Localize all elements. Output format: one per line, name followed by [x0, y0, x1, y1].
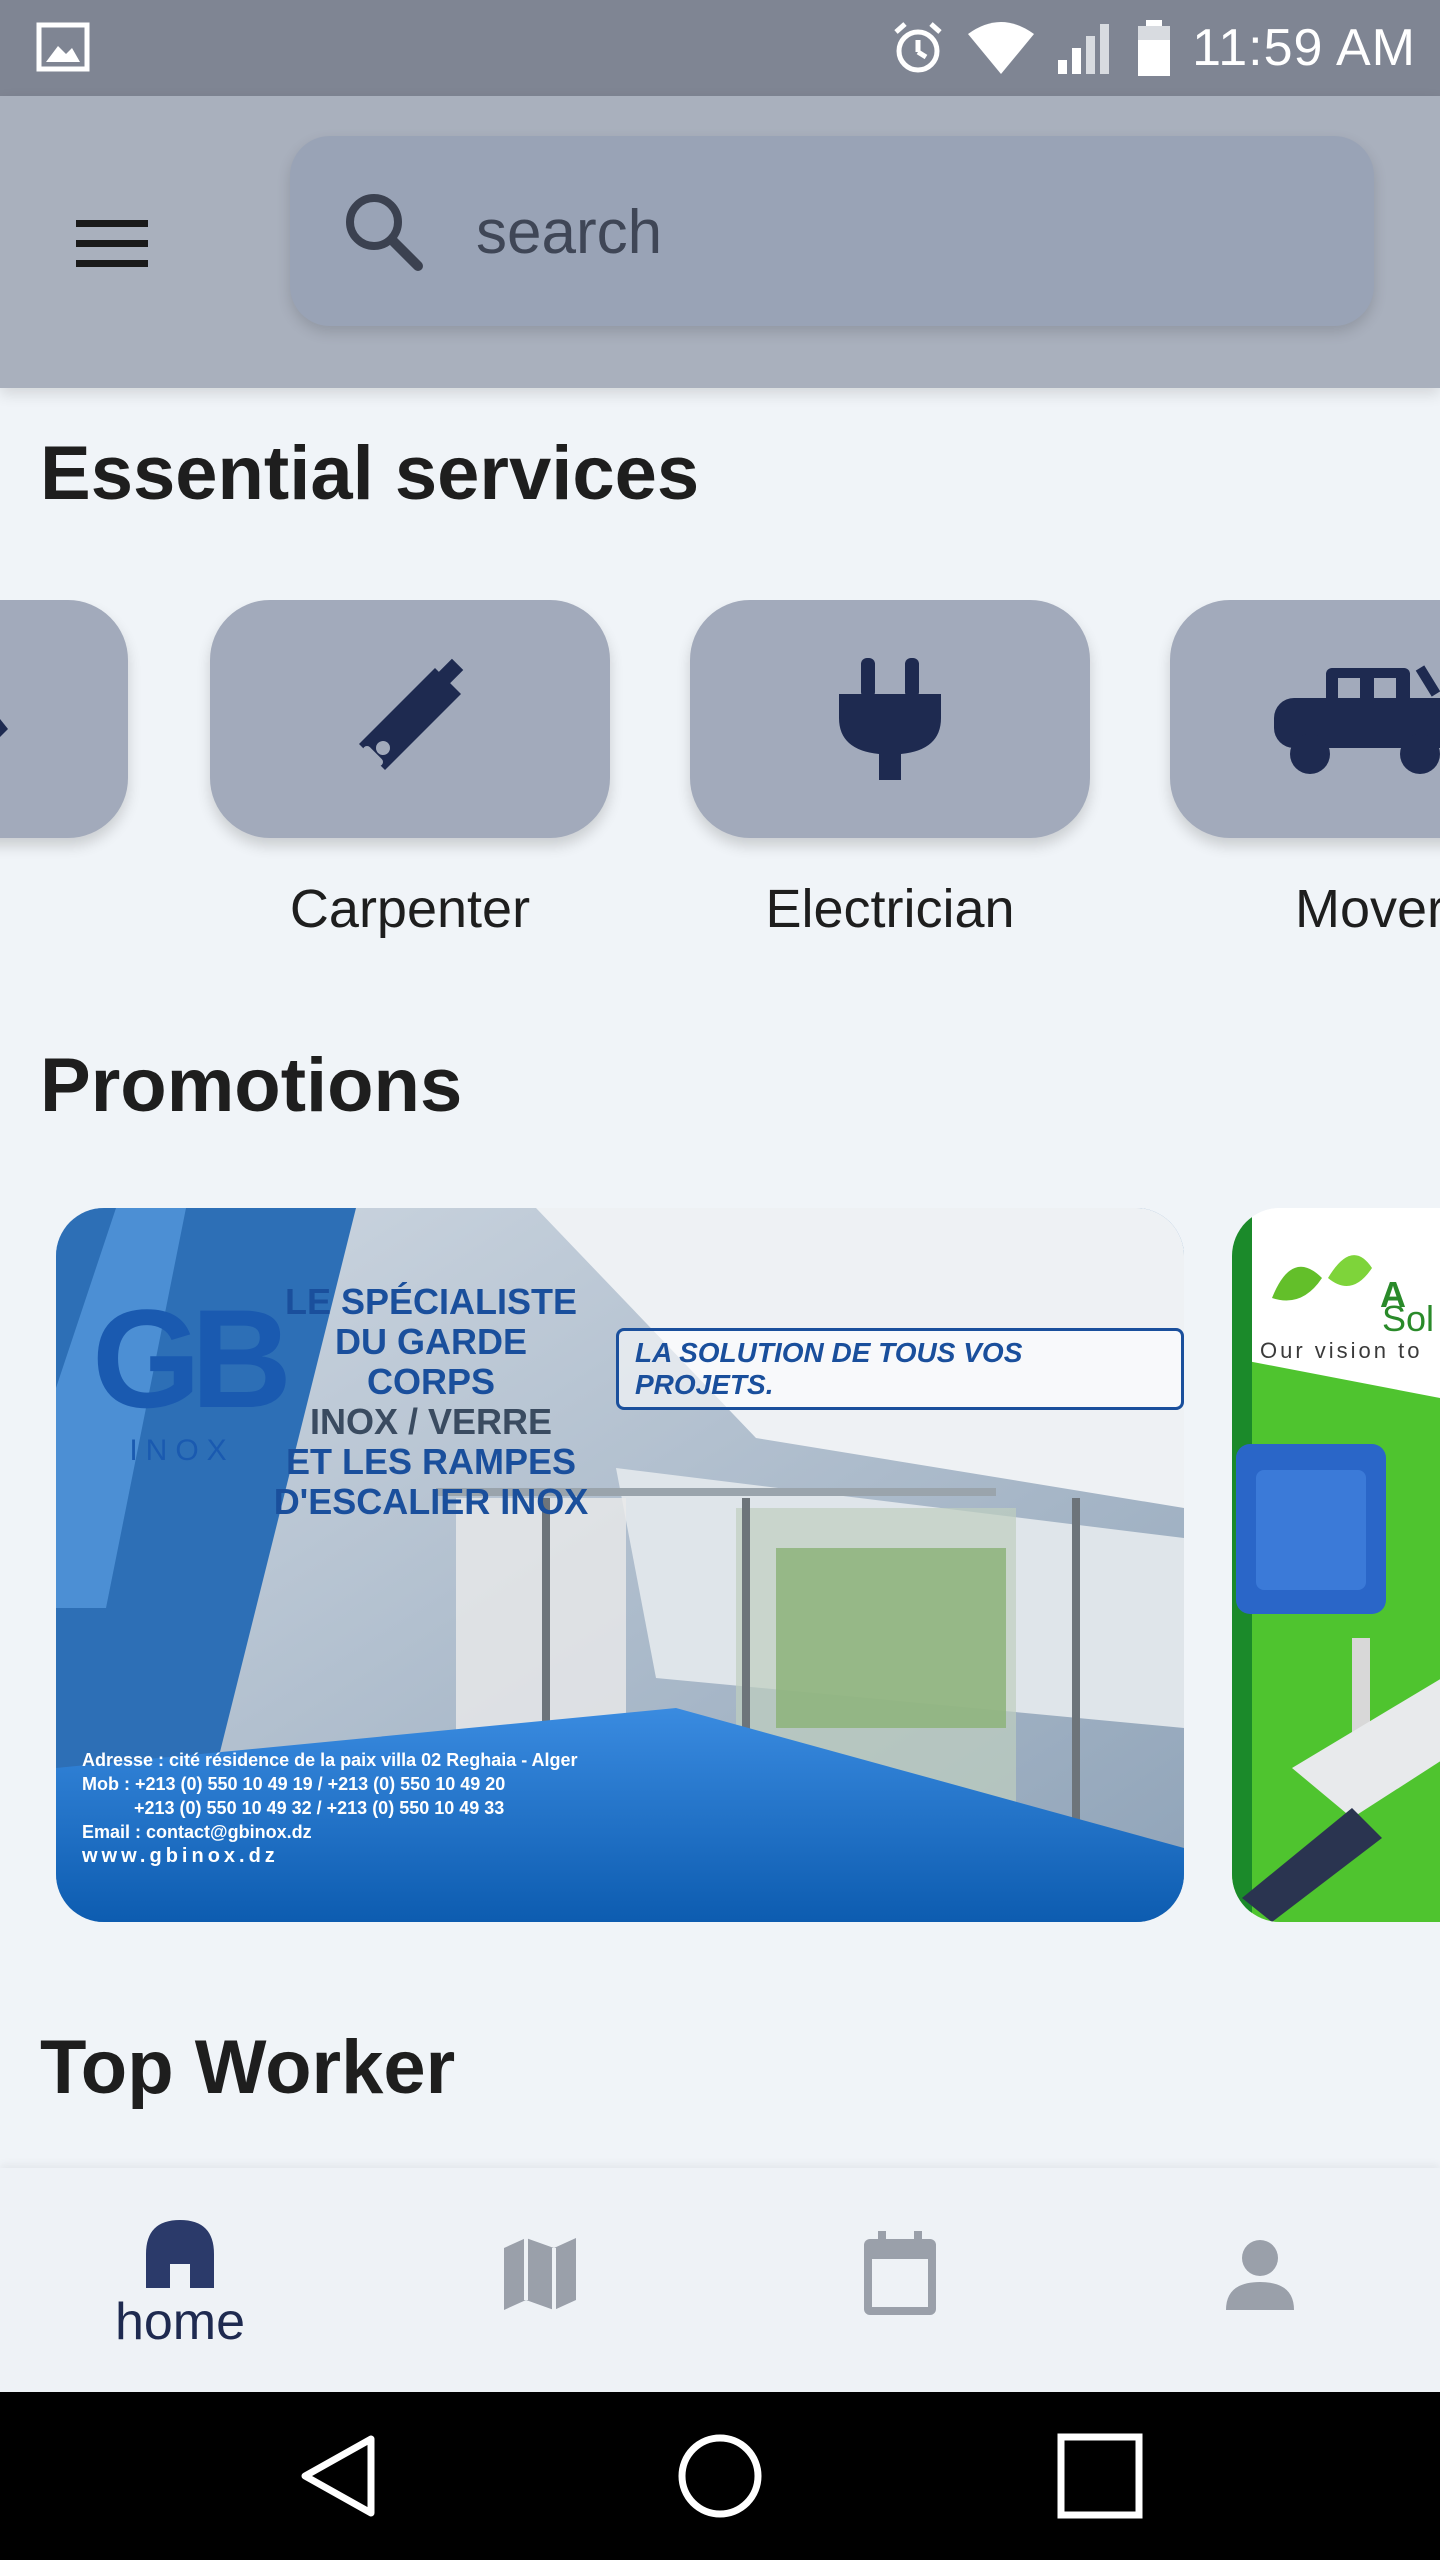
nav-item-map[interactable] [360, 2168, 720, 2392]
home-icon [146, 2220, 214, 2288]
circle-home-icon [678, 2434, 762, 2518]
menu-icon [76, 220, 148, 267]
promo-logo-sub: INOX [129, 1434, 235, 1467]
nav-item-calendar[interactable] [720, 2168, 1080, 2392]
service-tile[interactable] [0, 600, 128, 838]
service-tile[interactable] [210, 600, 610, 838]
promo-contact-line: Email : contact@gbinox.dz [82, 1822, 312, 1842]
person-icon [1226, 2240, 1294, 2310]
map-icon [504, 2238, 576, 2310]
signal-icon [1058, 24, 1110, 74]
promo-logo-initials: GB [92, 1280, 292, 1437]
service-label: Carpenter [289, 879, 531, 939]
promotions-title: Promotions [40, 1043, 463, 1128]
square-recents-icon [1057, 2433, 1143, 2519]
promotions-carousel[interactable]: GB INOX LE SPÉCIALISTE DU GARDE CORPS IN… [0, 1206, 1440, 1926]
promo-solar-title: Sol [1382, 1298, 1435, 1339]
menu-button[interactable] [64, 196, 160, 292]
essential-services-title: Essential services [40, 431, 700, 516]
image-icon [36, 22, 90, 72]
calendar-icon [864, 2231, 936, 2315]
promo-logo: GB INOX [92, 1280, 292, 1468]
plug-icon [839, 658, 941, 780]
search-box[interactable] [290, 136, 1374, 326]
status-time: 11:59 AM [1192, 19, 1416, 77]
promo-headline-line: LE SPÉCIALISTE [284, 1281, 578, 1322]
service-item-mover[interactable]: Mover [1170, 600, 1440, 960]
saw-icon [359, 658, 464, 770]
status-icons: 11:59 AM [890, 0, 1416, 96]
service-item-electrician[interactable]: Electrician [690, 600, 1090, 960]
service-item-partial[interactable]: r [0, 600, 128, 960]
nav-item-profile[interactable] [1080, 2168, 1440, 2392]
service-label: Electrician [765, 879, 1015, 939]
promo-contact-line: +213 (0) 550 10 49 32 / +213 (0) 550 10 … [134, 1798, 505, 1818]
search-icon [346, 194, 423, 271]
bottom-navigation: home [0, 2168, 1440, 2392]
partial-service-icon [0, 719, 8, 737]
promo-headline-line: INOX / VERRE [309, 1401, 553, 1442]
promo-tagline: LA SOLUTION DE TOUS VOS PROJETS. [616, 1328, 1184, 1410]
app-bar [0, 96, 1440, 388]
truck-icon [1274, 665, 1440, 774]
promo-headline-line: ET LES RAMPES [285, 1441, 577, 1482]
service-label: Mover [1294, 879, 1440, 939]
promo-contact-line: www.gbinox.dz [82, 1845, 279, 1867]
promo-solar-tagline: Our vision to [1260, 1338, 1423, 1363]
battery-icon [1138, 20, 1171, 76]
service-tile[interactable] [690, 600, 1090, 838]
services-carousel[interactable]: r Carpenter Electrician [0, 600, 1440, 960]
promo-headline-line: DU GARDE CORPS [334, 1321, 527, 1402]
recents-button[interactable] [1000, 2392, 1200, 2560]
alarm-icon [894, 22, 942, 73]
status-bar: 11:59 AM [0, 0, 1440, 96]
wifi-icon [968, 22, 1035, 74]
back-icon [301, 2435, 375, 2517]
promo-contact: Adresse : cité résidence de la paix vill… [82, 1748, 578, 1868]
nav-item-home[interactable]: home [0, 2168, 360, 2392]
service-tile[interactable] [1170, 600, 1440, 838]
promo-card-solar[interactable]: A Sol Our vision to [1232, 1208, 1440, 1922]
promo-headline: LE SPÉCIALISTE DU GARDE CORPS INOX / VER… [266, 1282, 596, 1522]
promo-headline-line: D'ESCALIER INOX [273, 1481, 589, 1522]
promo-contact-line: Mob : +213 (0) 550 10 49 19 / +213 (0) 5… [82, 1774, 506, 1794]
system-navigation-bar [0, 2392, 1440, 2560]
promo-card-gbinox[interactable]: GB INOX LE SPÉCIALISTE DU GARDE CORPS IN… [56, 1208, 1184, 1922]
top-worker-title: Top Worker [40, 2025, 456, 2110]
back-button[interactable] [240, 2392, 440, 2560]
service-item-carpenter[interactable]: Carpenter [210, 600, 610, 960]
search-input[interactable] [474, 176, 1318, 288]
home-system-button[interactable] [620, 2392, 820, 2560]
promo-contact-line: Adresse : cité résidence de la paix vill… [82, 1750, 578, 1770]
nav-label-home: home [114, 2293, 246, 2351]
